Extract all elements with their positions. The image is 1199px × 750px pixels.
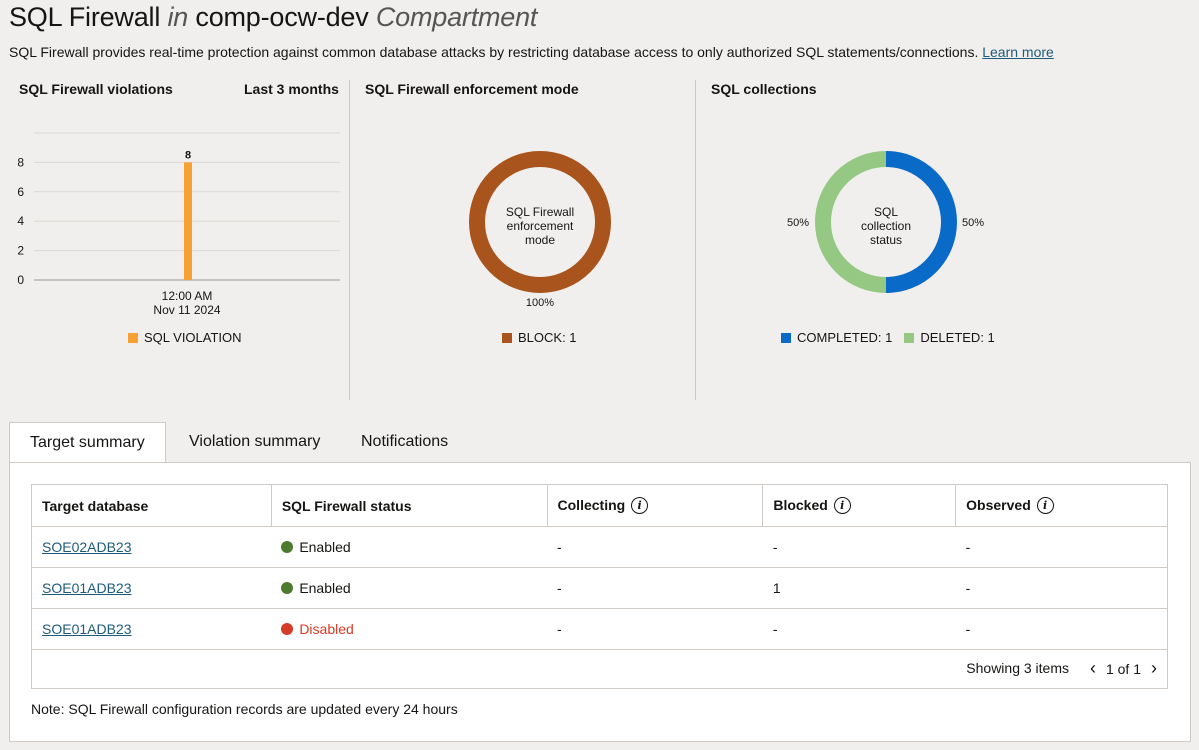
target-link[interactable]: SOE01ADB23: [42, 621, 132, 637]
violations-legend-label: SQL VIOLATION: [144, 330, 242, 345]
divider: [349, 80, 350, 400]
status-dot-icon: [281, 623, 294, 635]
page-description: SQL Firewall provides real-time protecti…: [9, 44, 1054, 60]
status-dot-icon: [281, 582, 294, 594]
completed-swatch: [781, 332, 791, 343]
completed-legend-label: COMPLETED: 1: [797, 330, 893, 345]
table-footer: Showing 3 items ‹ 1 of 1 ›: [31, 648, 1168, 689]
col-blocked-label: Blocked: [773, 496, 828, 513]
title-main: SQL Firewall: [9, 2, 161, 32]
title-suffix: Compartment: [375, 2, 538, 32]
learn-more-link[interactable]: Learn more: [982, 44, 1054, 60]
config-note: Note: SQL Firewall configuration records…: [31, 701, 458, 717]
table-row: SOE01ADB23 Disabled - - -: [31, 608, 1168, 650]
target-link[interactable]: SOE01ADB23: [42, 580, 132, 596]
violations-chart: 0 2 4 6 8 8 12:00 AMNov 11 2024: [17, 132, 340, 317]
pagination: ‹ 1 of 1 ›: [1090, 658, 1157, 679]
y-tick-label: 8: [17, 155, 24, 169]
status-dot-icon: [281, 541, 294, 553]
table-row: SOE02ADB23 Enabled - - -: [31, 526, 1168, 568]
col-collecting-label: Collecting: [557, 496, 626, 513]
status-text: Disabled: [299, 621, 354, 637]
violation-bar: [184, 162, 192, 280]
donut-center-label: enforcement: [507, 219, 574, 233]
enforcement-chart: SQL Firewallenforcementmode 100%: [469, 151, 611, 309]
donut-center-label: SQL: [874, 205, 898, 219]
blocked-value: 1: [762, 567, 956, 609]
chevron-left-icon[interactable]: ‹: [1090, 658, 1096, 679]
info-icon[interactable]: i: [631, 497, 649, 515]
y-tick-label: 6: [17, 185, 24, 199]
deleted-legend-label: DELETED: 1: [920, 330, 995, 345]
slice-percent-label: 100%: [526, 297, 554, 309]
donut-center-label: mode: [525, 233, 555, 247]
info-icon[interactable]: i: [1036, 497, 1054, 515]
col-observed[interactable]: Observed i: [955, 484, 1168, 527]
enforcement-title: SQL Firewall enforcement mode: [365, 81, 579, 97]
target-table: Target database SQL Firewall status Coll…: [31, 484, 1168, 650]
page-title: SQL Firewall in comp-ocw-dev Compartment: [9, 2, 537, 33]
violations-legend: SQL VIOLATION: [128, 330, 242, 345]
slice-percent-label: 50%: [787, 217, 809, 229]
collecting-value: -: [547, 526, 763, 568]
showing-items: Showing 3 items: [966, 660, 1069, 676]
slice-percent-label: 50%: [962, 217, 984, 229]
col-collecting[interactable]: Collecting i: [546, 484, 764, 527]
col-observed-label: Observed: [966, 496, 1031, 513]
bar-data-label: 8: [185, 149, 191, 161]
col-target-label: Target database: [42, 497, 149, 514]
target-summary-card: Target database SQL Firewall status Coll…: [9, 462, 1191, 742]
violations-range: Last 3 months: [244, 81, 339, 97]
title-in: in: [167, 2, 189, 32]
col-status-label: SQL Firewall status: [281, 497, 412, 514]
info-icon[interactable]: i: [833, 497, 851, 515]
blocked-value: -: [762, 526, 956, 568]
col-firewall-status[interactable]: SQL Firewall status: [270, 484, 548, 527]
donut-center-label: SQL Firewall: [506, 205, 574, 219]
y-tick-label: 0: [17, 273, 24, 287]
donut-center-label: status: [870, 233, 902, 247]
col-target-database[interactable]: Target database: [31, 484, 272, 527]
target-link[interactable]: SOE02ADB23: [42, 539, 132, 555]
y-tick-label: 2: [17, 244, 24, 258]
enforcement-legend-label: BLOCK: 1: [518, 330, 577, 345]
chevron-right-icon[interactable]: ›: [1151, 658, 1157, 679]
x-tick-label: 12:00 AM: [162, 289, 213, 303]
collections-legend: COMPLETED: 1 DELETED: 1: [781, 330, 995, 345]
donut-center-label: collection: [861, 219, 911, 233]
observed-value: -: [955, 608, 1168, 650]
status-text: Enabled: [299, 580, 351, 596]
enforcement-legend: BLOCK: 1: [502, 330, 577, 345]
status-text: Enabled: [299, 539, 351, 555]
x-tick-label: Nov 11 2024: [153, 303, 220, 317]
collections-title: SQL collections: [711, 81, 817, 97]
tab-notifications[interactable]: Notifications: [361, 422, 448, 462]
collections-chart: SQLcollectionstatus 50% 50%: [787, 151, 984, 293]
violation-swatch: [128, 332, 138, 343]
tab-target-summary[interactable]: Target summary: [9, 422, 166, 464]
description-text: SQL Firewall provides real-time protecti…: [9, 44, 979, 60]
block-swatch: [502, 332, 512, 343]
tab-violation-summary[interactable]: Violation summary: [189, 422, 320, 462]
divider: [695, 80, 696, 400]
collecting-value: -: [547, 567, 763, 609]
blocked-value: -: [762, 608, 956, 650]
col-blocked[interactable]: Blocked i: [762, 484, 957, 527]
table-header-row: Target database SQL Firewall status Coll…: [31, 484, 1168, 527]
violations-title: SQL Firewall violations: [19, 81, 173, 97]
observed-value: -: [955, 567, 1168, 609]
page-indicator: 1 of 1: [1105, 660, 1141, 677]
collecting-value: -: [547, 608, 763, 650]
deleted-swatch: [904, 332, 915, 343]
observed-value: -: [955, 526, 1168, 568]
table-row: SOE01ADB23 Enabled - 1 -: [31, 567, 1168, 609]
title-compartment: comp-ocw-dev: [195, 2, 369, 32]
y-tick-label: 4: [17, 214, 24, 228]
